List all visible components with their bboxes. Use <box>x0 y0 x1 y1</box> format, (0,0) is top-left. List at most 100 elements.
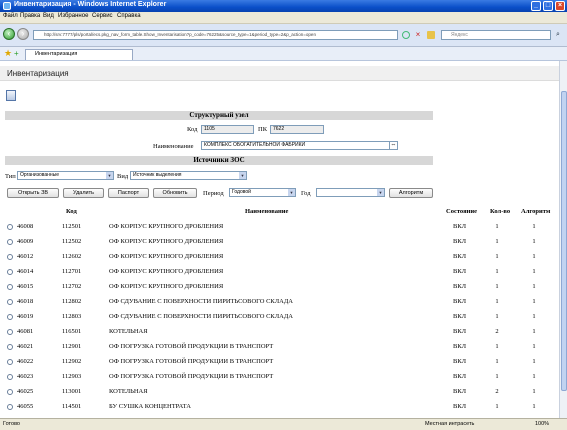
row-name: ОФ ПОГРУЗКА ГОТОВОЙ ПРОДУКЦИИ В ТРАНСПОР… <box>109 373 274 380</box>
row-id: 46081 <box>17 328 34 335</box>
vertical-scrollbar[interactable] <box>559 61 567 418</box>
row-radio[interactable] <box>7 299 13 305</box>
period-select-value: Годовой <box>232 189 251 195</box>
table-row[interactable]: 46021 112901 ОФ ПОГРУЗКА ГОТОВОЙ ПРОДУКЦИИ… <box>5 341 557 354</box>
page-header: Инвентаризация <box>0 66 559 81</box>
row-state: ВКЛ <box>453 403 467 410</box>
header-state: Состояние <box>446 208 477 215</box>
row-algorithms: 1 <box>532 268 536 275</box>
table-row[interactable]: 46023 112903 ОФ ПОГРУЗКА ГОТОВОЙ ПРОДУКЦИИ… <box>5 371 557 384</box>
section-sources: Источники ЗОС <box>5 156 433 165</box>
row-name: ОФ КОРПУС КРУПНОГО ДРОБЛЕНИЯ <box>109 223 224 230</box>
kind-select-value: Источник выделения <box>133 172 182 178</box>
row-count: 1 <box>495 253 499 260</box>
menu-favorites[interactable]: Избранное <box>58 13 88 19</box>
open-zv-button[interactable]: Открыть ЗВ <box>7 188 59 198</box>
feed-icon[interactable] <box>427 31 435 39</box>
page-title: Инвентаризация <box>7 69 69 78</box>
row-id: 46009 <box>17 238 34 245</box>
table-row[interactable]: 46055 114501 БУ СУШКА КОНЦЕНТРАТА ВКЛ 1 1 <box>5 401 557 414</box>
row-radio[interactable] <box>7 239 13 245</box>
status-text: Готово <box>3 421 20 427</box>
row-radio[interactable] <box>7 254 13 260</box>
table-row[interactable]: 46022 112902 ОФ ПОГРУЗКА ГОТОВОЙ ПРОДУКЦИИ… <box>5 356 557 369</box>
refresh-button[interactable]: Обновить <box>153 188 197 198</box>
search-input[interactable]: Яндекс <box>441 30 551 40</box>
menu-help[interactable]: Справка <box>117 13 141 19</box>
row-name: ОФ КОРПУС КРУПНОГО ДРОБЛЕНИЯ <box>109 238 224 245</box>
chevron-down-icon: ▼ <box>106 172 113 179</box>
forward-button[interactable]: › <box>17 28 29 40</box>
table-row[interactable]: 46025 113001 КОТЕЛЬНАЯ ВКЛ 2 1 <box>5 386 557 399</box>
code-input[interactable]: 1105 <box>201 125 254 134</box>
type-select-value: Организованные <box>20 172 60 178</box>
status-zone: Местная интрасеть <box>425 421 475 427</box>
row-radio[interactable] <box>7 389 13 395</box>
row-state: ВКЛ <box>453 328 467 335</box>
row-radio[interactable] <box>7 269 13 275</box>
table-row[interactable]: 46015 112702 ОФ КОРПУС КРУПНОГО ДРОБЛЕНИЯ В… <box>5 281 557 294</box>
row-radio[interactable] <box>7 314 13 320</box>
row-id: 46023 <box>17 373 34 380</box>
back-button[interactable]: ‹ <box>3 28 15 40</box>
type-select[interactable]: Организованные ▼ <box>17 171 114 180</box>
year-select[interactable]: ▼ <box>316 188 385 197</box>
table-row[interactable]: 46009 112502 ОФ КОРПУС КРУПНОГО ДРОБЛЕНИЯ В… <box>5 236 557 249</box>
maximize-button[interactable]: □ <box>543 1 553 11</box>
row-radio[interactable] <box>7 344 13 350</box>
row-name: КОТЕЛЬНАЯ <box>109 388 148 395</box>
row-count: 1 <box>495 283 499 290</box>
menu-edit[interactable]: Правка <box>20 13 40 19</box>
row-count: 1 <box>495 298 499 305</box>
add-favorite-icon[interactable]: + <box>14 49 19 58</box>
menu-file[interactable]: Файл <box>3 13 18 19</box>
row-radio[interactable] <box>7 359 13 365</box>
minimize-button[interactable]: _ <box>531 1 541 11</box>
print-icon[interactable] <box>6 90 16 101</box>
refresh-icon[interactable] <box>402 31 410 39</box>
table-row[interactable]: 46014 112701 ОФ КОРПУС КРУПНОГО ДРОБЛЕНИЯ В… <box>5 266 557 279</box>
row-count: 1 <box>495 223 499 230</box>
name-input[interactable]: КОМПЛЕКС ОБОГАТИТЕЛЬНОЙ ФАБРИКИ <box>201 141 390 150</box>
ie-app-icon <box>3 2 11 10</box>
row-count: 1 <box>495 343 499 350</box>
address-input[interactable]: http://srv:7777/pls/portal/ecs.pkg_nav_f… <box>33 30 398 40</box>
header-count: Кол-во <box>490 208 511 215</box>
row-radio[interactable] <box>7 284 13 290</box>
search-icon[interactable]: ⌕ <box>553 30 563 40</box>
table-row[interactable]: 46008 112501 ОФ КОРПУС КРУПНОГО ДРОБЛЕНИЯ В… <box>5 221 557 234</box>
row-radio[interactable] <box>7 224 13 230</box>
row-count: 1 <box>495 358 499 365</box>
delete-button[interactable]: Удалить <box>63 188 104 198</box>
table-row[interactable]: 46012 112602 ОФ КОРПУС КРУПНОГО ДРОБЛЕНИЯ В… <box>5 251 557 264</box>
menu-view[interactable]: Вид <box>43 13 54 19</box>
row-id: 46055 <box>17 403 34 410</box>
row-radio[interactable] <box>7 374 13 380</box>
label-type: Тип <box>5 173 16 180</box>
scrollbar-thumb[interactable] <box>561 91 567 391</box>
pk-input[interactable]: 7622 <box>270 125 324 134</box>
header-code: Код <box>66 208 77 215</box>
row-code: 113001 <box>62 388 82 395</box>
row-radio[interactable] <box>7 404 13 410</box>
table-row[interactable]: 46018 112802 ОФ СДУВАНИЕ С ПОВЕРХНОСТИ ПИР… <box>5 296 557 309</box>
kind-select[interactable]: Источник выделения ▼ <box>130 171 247 180</box>
close-button[interactable]: × <box>555 1 565 11</box>
algorithms-button[interactable]: Алгоритм <box>389 188 433 198</box>
favorites-star-icon[interactable]: ★ <box>4 48 12 59</box>
passport-button[interactable]: Паспорт <box>108 188 149 198</box>
stop-icon[interactable]: × <box>414 31 422 39</box>
tab-inventarization[interactable]: Инвентаризация <box>25 49 133 60</box>
row-radio[interactable] <box>7 329 13 335</box>
zoom-level[interactable]: 100% <box>535 421 549 427</box>
period-select[interactable]: Годовой ▼ <box>229 188 296 197</box>
table-row[interactable]: 46019 112803 ОФ СДУВАНИЕ С ПОВЕРХНОСТИ ПИР… <box>5 311 557 324</box>
row-count: 1 <box>495 268 499 275</box>
row-algorithms: 1 <box>532 253 536 260</box>
row-state: ВКЛ <box>453 358 467 365</box>
lookup-icon[interactable]: ⇔ <box>389 141 398 150</box>
menu-tools[interactable]: Сервис <box>92 13 113 19</box>
table-row[interactable]: 46081 116501 КОТЕЛЬНАЯ ВКЛ 2 1 <box>5 326 557 339</box>
row-code: 112702 <box>62 283 82 290</box>
row-code: 112501 <box>62 223 82 230</box>
